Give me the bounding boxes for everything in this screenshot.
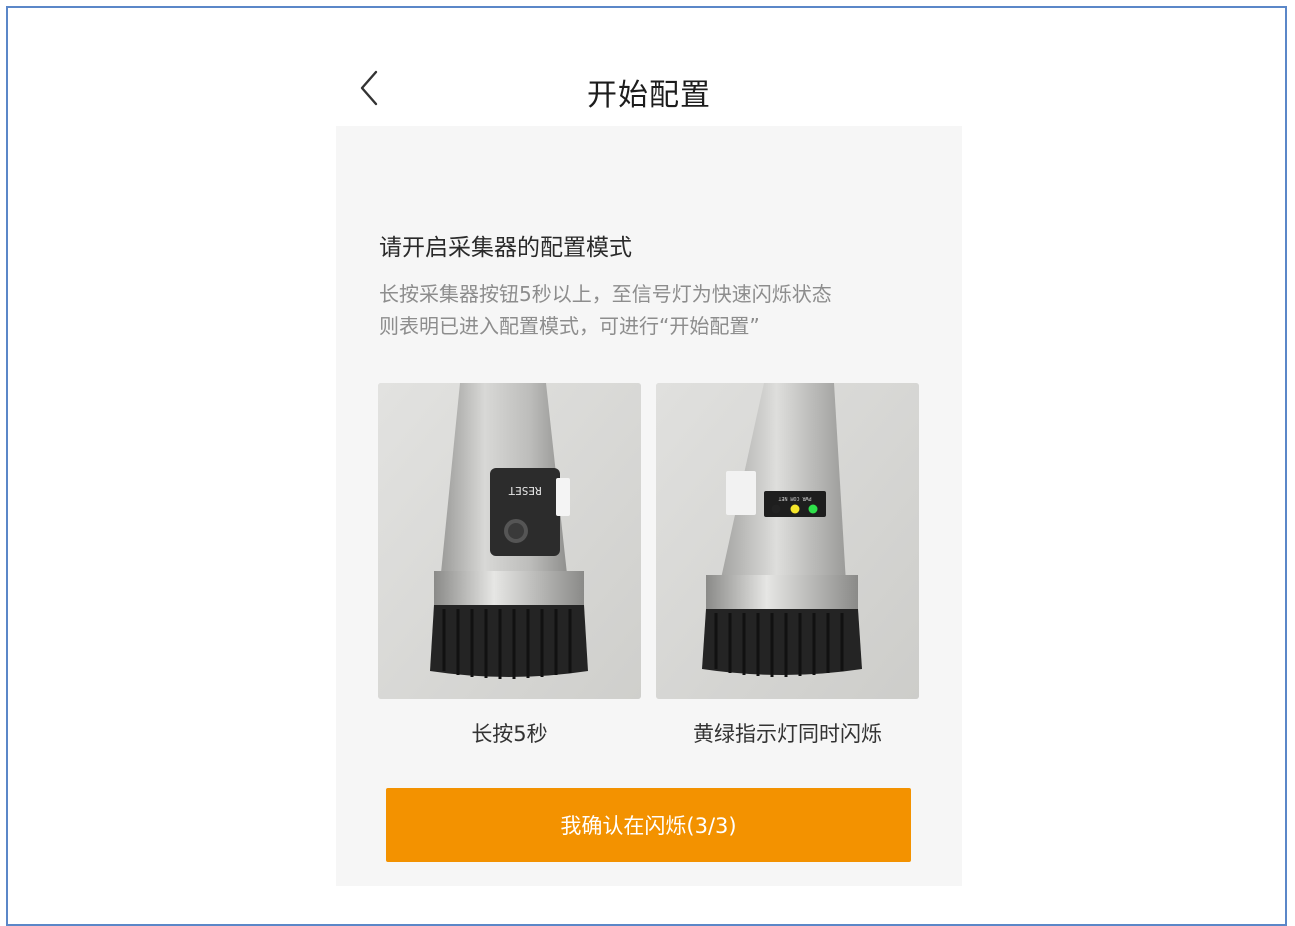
instruction-line-2: 则表明已进入配置模式，可进行“开始配置” [379, 314, 760, 338]
photo-caption-blink: 黄绿指示灯同时闪烁 [693, 722, 882, 746]
section-heading: 请开启采集器的配置模式 [379, 235, 632, 261]
config-panel: 请开启采集器的配置模式 长按采集器按钮5秒以上，至信号灯为快速闪烁状态 则表明已… [336, 126, 962, 886]
instruction-text: 长按采集器按钮5秒以上，至信号灯为快速闪烁状态 则表明已进入配置模式，可进行“开… [379, 278, 939, 342]
confirm-blinking-button[interactable]: 我确认在闪烁(3/3) [386, 788, 911, 862]
device-reset-label: RESET [508, 484, 541, 497]
nav-bar: 开始配置 [336, 52, 962, 126]
reset-button-photo: RESET [378, 383, 641, 699]
led-com [790, 504, 800, 514]
led-indicator-photo: PWR COM NET [656, 383, 919, 699]
photo-caption-hold: 长按5秒 [471, 722, 548, 746]
led-pwr [771, 504, 781, 514]
led-labels: PWR COM NET [778, 495, 811, 501]
page-title: 开始配置 [587, 78, 711, 113]
instruction-line-1: 长按采集器按钮5秒以上，至信号灯为快速闪烁状态 [379, 282, 832, 306]
led-net [808, 504, 818, 514]
